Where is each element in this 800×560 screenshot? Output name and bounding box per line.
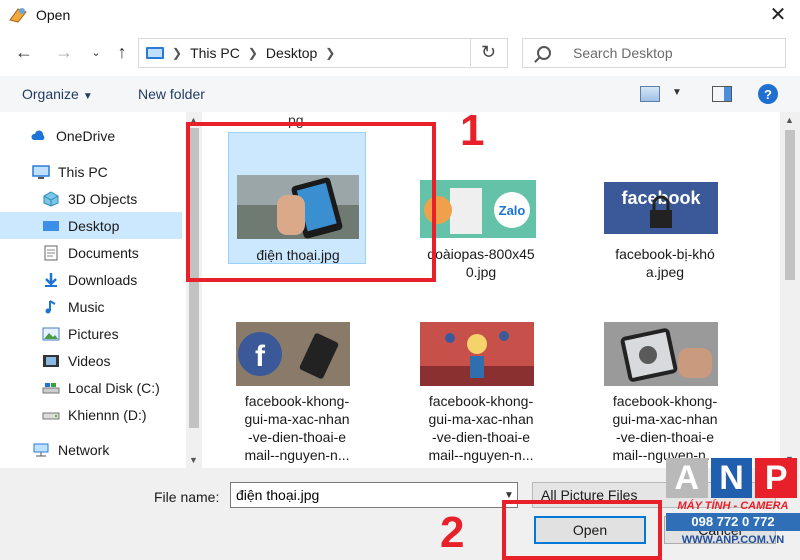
file-list-scrollbar[interactable]: ▲ ▼ — [780, 112, 800, 468]
file-name-label: facebook-khong- gui-ma-xac-nhan -ve-dien… — [428, 393, 534, 463]
sidebar-item-this-pc[interactable]: This PC — [0, 158, 182, 185]
chevron-right-icon[interactable]: ❯ — [172, 46, 182, 60]
document-icon — [44, 245, 58, 260]
new-folder-button[interactable]: New folder — [138, 86, 205, 102]
sidebar-item-label: Khiennn (D:) — [68, 406, 147, 423]
search-input[interactable] — [573, 45, 773, 61]
file-item-facebook-khong-gui-2[interactable]: facebook-khong- gui-ma-xac-nhan -ve-dien… — [412, 312, 550, 463]
breadcrumb-this-pc[interactable]: This PC — [190, 45, 240, 61]
sidebar-item-music[interactable]: Music — [0, 293, 182, 320]
file-thumbnail: f — [236, 322, 350, 386]
sidebar-item-label: This PC — [58, 163, 108, 180]
sidebar-item-label: 3D Objects — [68, 190, 138, 207]
music-icon — [45, 299, 56, 313]
sidebar-item-label: Music — [68, 298, 105, 315]
watermark-site: WWW.ANP.COM.VN — [681, 534, 785, 546]
view-options-caret-icon[interactable]: ▼ — [672, 87, 682, 98]
sidebar-item-drive-d[interactable]: Khiennn (D:) — [0, 401, 182, 428]
sidebar-item-videos[interactable]: Videos — [0, 347, 182, 374]
sidebar-item-label: Downloads — [68, 271, 138, 288]
scrollbar-thumb[interactable] — [785, 130, 795, 280]
desktop-icon — [43, 220, 59, 231]
chevron-right-icon[interactable]: ❯ — [325, 46, 335, 60]
file-item-facebook-bi-khoa[interactable]: facebook facebook-bị-khó a.jpeg — [596, 132, 734, 280]
address-bar[interactable]: ❯ This PC ❯ Desktop ❯ ⌄ — [138, 38, 580, 68]
network-icon — [33, 443, 49, 456]
sidebar-item-label: Videos — [68, 352, 111, 369]
file-name-label: facebook-khong- gui-ma-xac-nhan -ve-dien… — [612, 393, 718, 463]
refresh-icon[interactable]: ↻ — [470, 38, 506, 66]
annotation-box-step-2 — [502, 500, 662, 560]
watermark-letter: N — [710, 458, 753, 498]
sidebar-item-label: Pictures — [68, 325, 119, 342]
sidebar-item-onedrive[interactable]: OneDrive — [0, 122, 182, 149]
command-bar: Organize ▼ New folder ▼ ? — [0, 76, 800, 112]
title-bar: Open ✕ — [0, 0, 800, 30]
chevron-right-icon[interactable]: ❯ — [248, 46, 258, 60]
file-name-input[interactable] — [230, 482, 518, 508]
up-arrow-icon[interactable]: ↑ — [110, 40, 134, 64]
drive-icon — [42, 412, 60, 419]
file-item-facebook-khong-gui-3[interactable]: facebook-khong- gui-ma-xac-nhan -ve-dien… — [596, 312, 734, 463]
watermark-phone: 098 772 0 772 — [666, 513, 800, 531]
download-icon — [45, 272, 57, 287]
disk-icon — [42, 382, 60, 393]
sidebar-item-local-disk[interactable]: Local Disk (C:) — [0, 374, 182, 401]
cube-icon — [43, 190, 59, 207]
computer-icon — [146, 47, 164, 59]
scroll-down-arrow-icon[interactable]: ▼ — [189, 455, 198, 465]
breadcrumb-desktop[interactable]: Desktop — [266, 45, 317, 61]
cloud-icon — [31, 129, 45, 140]
facebook-f-thumb-text: f — [255, 340, 266, 373]
file-thumbnail — [420, 322, 534, 386]
sidebar-item-network[interactable]: Network — [0, 436, 182, 463]
file-name-label: facebook-bị-khó a.jpeg — [615, 246, 715, 280]
picture-icon — [42, 327, 60, 340]
organize-label: Organize — [22, 86, 79, 102]
watermark-logo: A N P MÁY TÍNH - CAMERA 098 772 0 772 WW… — [666, 458, 800, 560]
file-thumbnail: facebook — [604, 182, 718, 234]
preview-pane-icon[interactable] — [712, 86, 732, 102]
watermark-letter: P — [755, 458, 798, 498]
search-icon — [537, 46, 551, 60]
navigation-pane: OneDrive This PC 3D Objects Desktop Docu… — [0, 112, 186, 468]
navigation-bar: ← → ⌄ ↑ ❯ This PC ❯ Desktop ❯ ⌄ ↻ — [0, 34, 800, 72]
file-thumbnail: Zalo — [420, 180, 536, 238]
app-icon — [9, 8, 27, 23]
sidebar-item-3d-objects[interactable]: 3D Objects — [0, 185, 182, 212]
annotation-step-2: 2 — [440, 508, 465, 557]
watermark-letter: A — [666, 458, 708, 498]
sidebar-item-label: OneDrive — [56, 127, 116, 144]
scroll-up-arrow-icon[interactable]: ▲ — [785, 115, 794, 125]
change-view-icon[interactable] — [640, 86, 660, 102]
sidebar-item-label: Local Disk (C:) — [68, 379, 160, 396]
watermark-letters: A N P — [666, 458, 800, 498]
file-item-facebook-khong-gui-1[interactable]: f facebook-khong- gui-ma-xac-nhan -ve-di… — [228, 312, 366, 463]
sidebar-item-downloads[interactable]: Downloads — [0, 266, 182, 293]
help-icon[interactable]: ? — [758, 84, 778, 104]
sidebar-item-pictures[interactable]: Pictures — [0, 320, 182, 347]
organize-button[interactable]: Organize ▼ — [22, 86, 93, 102]
video-icon — [43, 354, 59, 367]
sidebar-item-label: Desktop — [68, 217, 120, 234]
forward-arrow-icon[interactable]: → — [52, 40, 76, 64]
file-thumbnail — [604, 322, 718, 386]
back-arrow-icon[interactable]: ← — [12, 40, 36, 64]
watermark-tagline: MÁY TÍNH - CAMERA — [677, 500, 789, 512]
zalo-thumb-text: Zalo — [499, 203, 526, 218]
annotation-box-step-1 — [186, 122, 436, 282]
file-name-label: File name: — [154, 489, 220, 505]
sidebar-item-label: Documents — [68, 244, 139, 261]
search-box[interactable] — [522, 38, 786, 68]
window-title: Open — [36, 7, 71, 23]
file-name-label: facebook-khong- gui-ma-xac-nhan -ve-dien… — [244, 393, 350, 463]
sidebar-item-documents[interactable]: Documents — [0, 239, 182, 266]
caret-down-icon: ▼ — [82, 91, 93, 102]
sidebar-item-desktop[interactable]: Desktop — [0, 212, 182, 239]
annotation-step-1: 1 — [460, 106, 485, 155]
computer-icon — [32, 164, 50, 179]
sidebar-item-label: Network — [58, 441, 110, 458]
recent-locations-chevron-icon[interactable]: ⌄ — [84, 40, 108, 64]
close-icon[interactable]: ✕ — [766, 2, 790, 26]
